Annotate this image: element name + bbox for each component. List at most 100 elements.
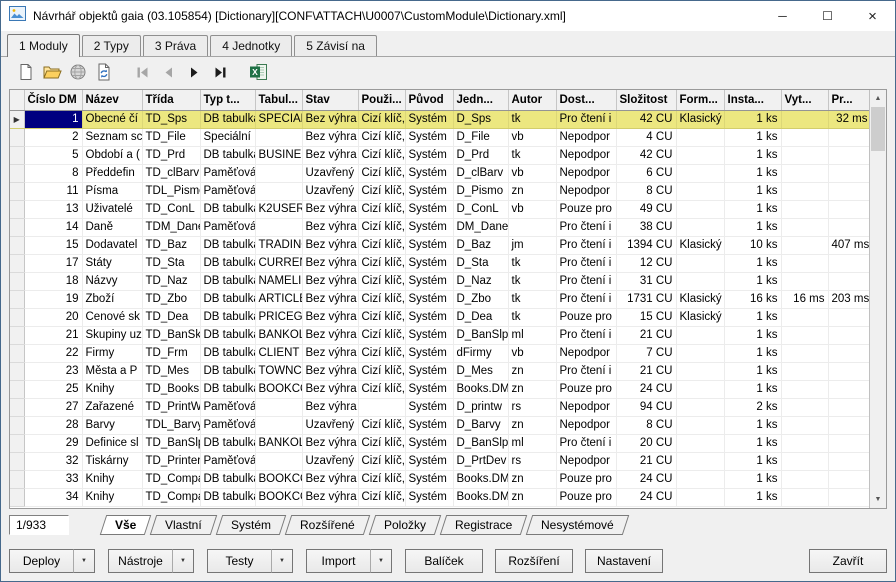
grid-cell[interactable]: [781, 182, 829, 201]
grid-cell[interactable]: [781, 488, 829, 507]
grid-cell[interactable]: Nepodpor: [556, 164, 617, 183]
grid-cell[interactable]: Cizí klíč,Při: [358, 128, 406, 147]
grid-cell[interactable]: 1 ks: [724, 308, 782, 327]
grid-cell[interactable]: 4 CU: [616, 128, 677, 147]
grid-cell[interactable]: Pouze pro: [556, 308, 617, 327]
column-header[interactable]: Původ: [405, 90, 454, 111]
grid-cell[interactable]: Bez výhra: [302, 470, 359, 489]
grid-cell[interactable]: Písma: [82, 182, 143, 201]
grid-cell[interactable]: TD_Sta: [142, 254, 201, 273]
grid-cell[interactable]: Uzavřený: [302, 164, 359, 183]
button-testy[interactable]: Testy: [207, 549, 272, 573]
sheet-tab-rozsirene[interactable]: Rozšířené: [284, 515, 371, 535]
grid-cell[interactable]: Pro čtení i: [556, 110, 617, 129]
sheet-tab-vlastni[interactable]: Vlastní: [150, 515, 218, 535]
refresh-document-icon[interactable]: [91, 59, 117, 85]
grid-cell[interactable]: 49 CU: [616, 200, 677, 219]
globe-icon[interactable]: [65, 59, 91, 85]
grid-cell[interactable]: 1 ks: [724, 182, 782, 201]
grid-cell[interactable]: 1 ks: [724, 128, 782, 147]
grid-cell[interactable]: tk: [508, 272, 557, 291]
grid-cell[interactable]: TD_Naz: [142, 272, 201, 291]
grid-cell[interactable]: TDL_Barvy: [142, 416, 201, 435]
grid-cell[interactable]: D_clBarv: [453, 164, 509, 183]
grid-cell[interactable]: 1 ks: [724, 326, 782, 345]
grid-cell[interactable]: Books.DM: [453, 470, 509, 489]
grid-cell[interactable]: 1 ks: [724, 380, 782, 399]
grid-cell[interactable]: 18: [24, 272, 83, 291]
grid-cell[interactable]: [828, 164, 869, 183]
grid-cell[interactable]: vb: [508, 128, 557, 147]
grid-cell[interactable]: 42 CU: [616, 146, 677, 165]
grid-cell[interactable]: TDM_Dane: [142, 218, 201, 237]
grid-cell[interactable]: [676, 164, 725, 183]
grid-cell[interactable]: [676, 254, 725, 273]
grid-cell[interactable]: 2 ks: [724, 398, 782, 417]
sheet-tab-vse[interactable]: Vše: [99, 515, 152, 535]
grid-cell[interactable]: 1 ks: [724, 146, 782, 165]
grid-cell[interactable]: [828, 434, 869, 453]
grid-cell[interactable]: dFirmy: [453, 344, 509, 363]
grid-cell[interactable]: Bez výhra: [302, 236, 359, 255]
grid-cell[interactable]: ml: [508, 326, 557, 345]
scrollbar-track[interactable]: [870, 107, 886, 491]
grid-cell[interactable]: 25: [24, 380, 83, 399]
grid-cell[interactable]: 1 ks: [724, 218, 782, 237]
grid-cell[interactable]: Bez výhra: [302, 200, 359, 219]
grid-cell[interactable]: Cizí klíč,Při: [358, 434, 406, 453]
grid-cell[interactable]: TD_Baz: [142, 236, 201, 255]
grid-cell[interactable]: tk: [508, 110, 557, 129]
grid-cell[interactable]: Klasický: [676, 290, 725, 309]
grid-cell[interactable]: Paměťová: [200, 398, 256, 417]
grid-cell[interactable]: BANKOLD: [255, 434, 303, 453]
column-header[interactable]: Číslo DM: [24, 90, 83, 111]
grid-cell[interactable]: 33: [24, 470, 83, 489]
grid-cell[interactable]: [781, 326, 829, 345]
grid-cell[interactable]: [676, 182, 725, 201]
grid-cell[interactable]: 8 CU: [616, 416, 677, 435]
grid-cell[interactable]: tk: [508, 290, 557, 309]
grid-cell[interactable]: DB tabulka: [200, 380, 256, 399]
grid-cell[interactable]: tk: [508, 254, 557, 273]
grid-cell[interactable]: DB tabulka: [200, 362, 256, 381]
grid-cell[interactable]: 94 CU: [616, 398, 677, 417]
grid-cell[interactable]: 34: [24, 488, 83, 507]
grid-cell[interactable]: D_ConL: [453, 200, 509, 219]
grid-cell[interactable]: 23: [24, 362, 83, 381]
button-nastroje-dropdown[interactable]: ▼: [173, 549, 194, 573]
grid-cell[interactable]: ARTICLE: [255, 290, 303, 309]
nav-first-icon[interactable]: [129, 59, 155, 85]
grid-cell[interactable]: D_Dea: [453, 308, 509, 327]
grid-cell[interactable]: Pouze pro: [556, 488, 617, 507]
grid-cell[interactable]: Pro čtení i: [556, 326, 617, 345]
grid-cell[interactable]: Města a P: [82, 362, 143, 381]
grid-cell[interactable]: D_PrtDev: [453, 452, 509, 471]
grid-cell[interactable]: TDL_Pismo: [142, 182, 201, 201]
grid-cell[interactable]: Předdefin: [82, 164, 143, 183]
grid-cell[interactable]: K2USER: [255, 200, 303, 219]
grid-cell[interactable]: 1 ks: [724, 344, 782, 363]
grid-cell[interactable]: TD_Prd: [142, 146, 201, 165]
grid-cell[interactable]: Pouze pro: [556, 200, 617, 219]
grid-cell[interactable]: Speciální: [200, 128, 256, 147]
grid-cell[interactable]: Bez výhra: [302, 110, 359, 129]
grid-cell[interactable]: [781, 362, 829, 381]
grid-cell[interactable]: TD_Dea: [142, 308, 201, 327]
grid-cell[interactable]: [781, 398, 829, 417]
grid-cell[interactable]: zn: [508, 182, 557, 201]
grid-cell[interactable]: Paměťová: [200, 218, 256, 237]
grid-cell[interactable]: Pouze pro: [556, 380, 617, 399]
grid-cell[interactable]: DB tabulka: [200, 272, 256, 291]
grid-cell[interactable]: [828, 488, 869, 507]
grid-cell[interactable]: D_printw: [453, 398, 509, 417]
grid-cell[interactable]: DB tabulka: [200, 146, 256, 165]
grid-cell[interactable]: 1 ks: [724, 272, 782, 291]
grid-cell[interactable]: 1 ks: [724, 488, 782, 507]
grid-cell[interactable]: 42 CU: [616, 110, 677, 129]
grid-cell[interactable]: 20 CU: [616, 434, 677, 453]
grid-cell[interactable]: D_Barvy: [453, 416, 509, 435]
grid-cell[interactable]: 11: [24, 182, 83, 201]
grid-cell[interactable]: TD_Mes: [142, 362, 201, 381]
grid-cell[interactable]: PRICEGRO: [255, 308, 303, 327]
grid-cell[interactable]: 21 CU: [616, 452, 677, 471]
